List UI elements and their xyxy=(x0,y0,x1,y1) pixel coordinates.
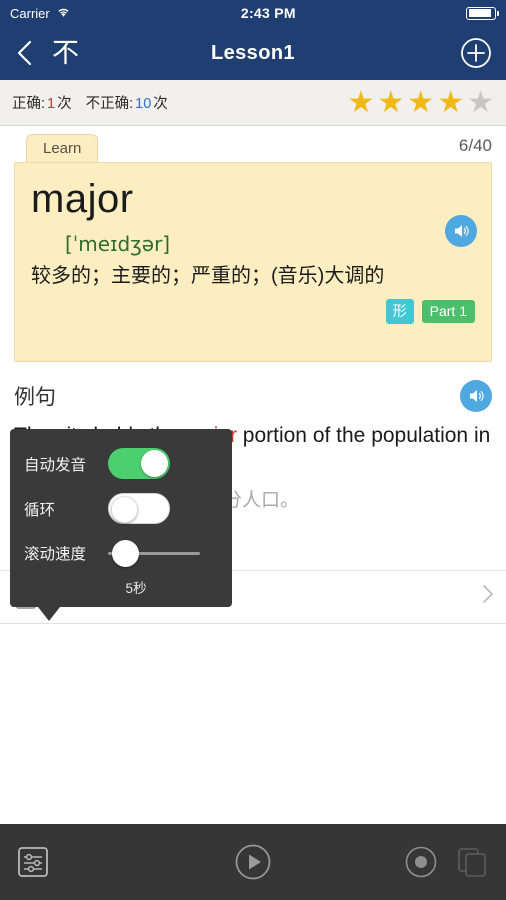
clock-label: 2:43 PM xyxy=(241,5,296,21)
word-card: major [ˈmeɪdʒər] 较多的；主要的；严重的；(音乐)大调的 形 P… xyxy=(14,162,492,362)
progress-counter: 6/40 xyxy=(459,136,492,156)
loop-label: 循环 xyxy=(24,498,98,520)
play-circle-icon[interactable] xyxy=(234,843,272,881)
card-tab-row: Learn 6/40 xyxy=(0,126,506,162)
chevron-right-icon xyxy=(482,584,494,609)
star-2[interactable]: ★ xyxy=(377,88,404,118)
star-4[interactable]: ★ xyxy=(437,88,464,118)
word-meaning: 较多的；主要的；严重的；(音乐)大调的 xyxy=(31,262,475,291)
popover-row-scroll-speed: 滚动速度 xyxy=(10,531,232,575)
scroll-speed-slider[interactable] xyxy=(108,538,200,568)
word-headline: major xyxy=(31,177,475,222)
record-circle-icon[interactable] xyxy=(404,845,438,879)
up-glyph-button[interactable]: 不 xyxy=(52,40,79,67)
wrong-value: 10 xyxy=(135,96,151,112)
carrier-label: Carrier xyxy=(10,6,50,21)
battery-full-icon xyxy=(466,7,496,20)
scroll-speed-value: 5秒 xyxy=(10,577,232,597)
popover-row-auto-pronounce: 自动发音 xyxy=(10,441,232,486)
chevron-left-icon[interactable] xyxy=(14,38,34,68)
correct-value: 1 xyxy=(47,96,55,112)
star-5[interactable]: ★ xyxy=(467,88,494,118)
lesson-content: Learn 6/40 major [ˈmeɪdʒər] 较多的；主要的；严重的；… xyxy=(0,126,506,870)
auto-pronounce-label: 自动发音 xyxy=(24,453,98,475)
auto-pronounce-toggle[interactable] xyxy=(108,448,170,479)
bottom-toolbar xyxy=(0,824,506,900)
star-rating[interactable]: ★ ★ ★ ★ ★ xyxy=(347,88,494,118)
copy-icon[interactable] xyxy=(456,846,488,878)
status-bar: Carrier 2:43 PM xyxy=(0,0,506,26)
settings-popover: 自动发音 循环 滚动速度 5秒 xyxy=(10,429,232,607)
nav-bar: 不 Lesson1 xyxy=(0,26,506,80)
example-speaker-icon[interactable] xyxy=(460,380,492,412)
tab-learn[interactable]: Learn xyxy=(26,134,98,163)
wrong-label: 不正确: xyxy=(86,92,134,113)
scroll-speed-label: 滚动速度 xyxy=(24,542,98,564)
sliders-icon[interactable] xyxy=(16,845,50,879)
wrong-unit: 次 xyxy=(153,92,168,113)
loop-toggle[interactable] xyxy=(108,493,170,524)
card-badges: 形 Part 1 xyxy=(31,299,475,324)
example-title: 例句 xyxy=(14,381,56,411)
wifi-icon xyxy=(56,6,71,20)
phonetic-transcription: [ˈmeɪdʒər] xyxy=(65,232,475,256)
score-bar: 正确: 1 次 不正确: 10 次 ★ ★ ★ ★ ★ xyxy=(0,80,506,126)
app-screen: Carrier 2:43 PM 不 Lesson1 正确: 1 次 xyxy=(0,0,506,900)
star-3[interactable]: ★ xyxy=(407,88,434,118)
status-badge-part: Part 1 xyxy=(422,300,475,323)
speaker-icon[interactable] xyxy=(445,215,477,247)
status-badge-pos: 形 xyxy=(386,299,414,324)
plus-circle-icon[interactable] xyxy=(460,37,492,69)
example-header: 例句 xyxy=(0,362,506,412)
star-1[interactable]: ★ xyxy=(347,88,374,118)
correct-unit: 次 xyxy=(57,92,72,113)
popover-row-loop: 循环 xyxy=(10,486,232,531)
correct-label: 正确: xyxy=(12,92,45,113)
